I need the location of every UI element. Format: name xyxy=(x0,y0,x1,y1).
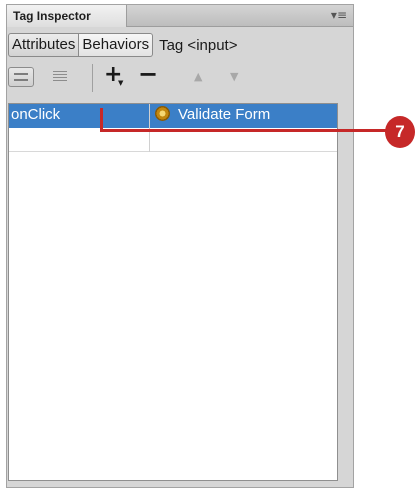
behaviors-toolbar: + ▼ − ▲ ▼ xyxy=(8,60,338,92)
behaviors-list: onClick Validate Form xyxy=(8,103,338,481)
remove-behavior-button[interactable]: − xyxy=(138,60,158,88)
current-tag-label: Tag <input> xyxy=(159,36,238,54)
add-behavior-dropdown-icon[interactable]: ▼ xyxy=(118,79,123,87)
callout-horizontal-line xyxy=(100,129,394,132)
toolbar-divider xyxy=(92,64,93,92)
action-cell[interactable]: Validate Form xyxy=(155,104,270,126)
move-down-button[interactable]: ▼ xyxy=(230,70,238,83)
column-divider xyxy=(149,104,150,152)
behaviors-tab[interactable]: Behaviors xyxy=(79,33,154,57)
set-events-icon xyxy=(14,73,28,81)
panel-titlebar: Tag Inspector ▾≡ xyxy=(7,5,353,27)
step-callout-badge: 7 xyxy=(385,116,415,148)
show-set-events-button[interactable] xyxy=(8,67,34,87)
panel-tab-tag-inspector[interactable]: Tag Inspector xyxy=(7,5,127,27)
all-events-icon xyxy=(53,71,67,83)
event-cell[interactable]: onClick xyxy=(11,104,60,126)
action-label: Validate Form xyxy=(178,106,271,123)
show-all-events-button[interactable] xyxy=(48,67,74,87)
behavior-gear-icon xyxy=(155,106,170,121)
move-up-button[interactable]: ▲ xyxy=(194,70,202,83)
attributes-tab[interactable]: Attributes xyxy=(8,33,80,57)
panel-options-icon[interactable]: ▾≡ xyxy=(331,8,347,22)
inspector-tab-row: Attributes Behaviors Tag <input> xyxy=(8,33,237,57)
behavior-row[interactable]: onClick Validate Form xyxy=(9,104,337,128)
